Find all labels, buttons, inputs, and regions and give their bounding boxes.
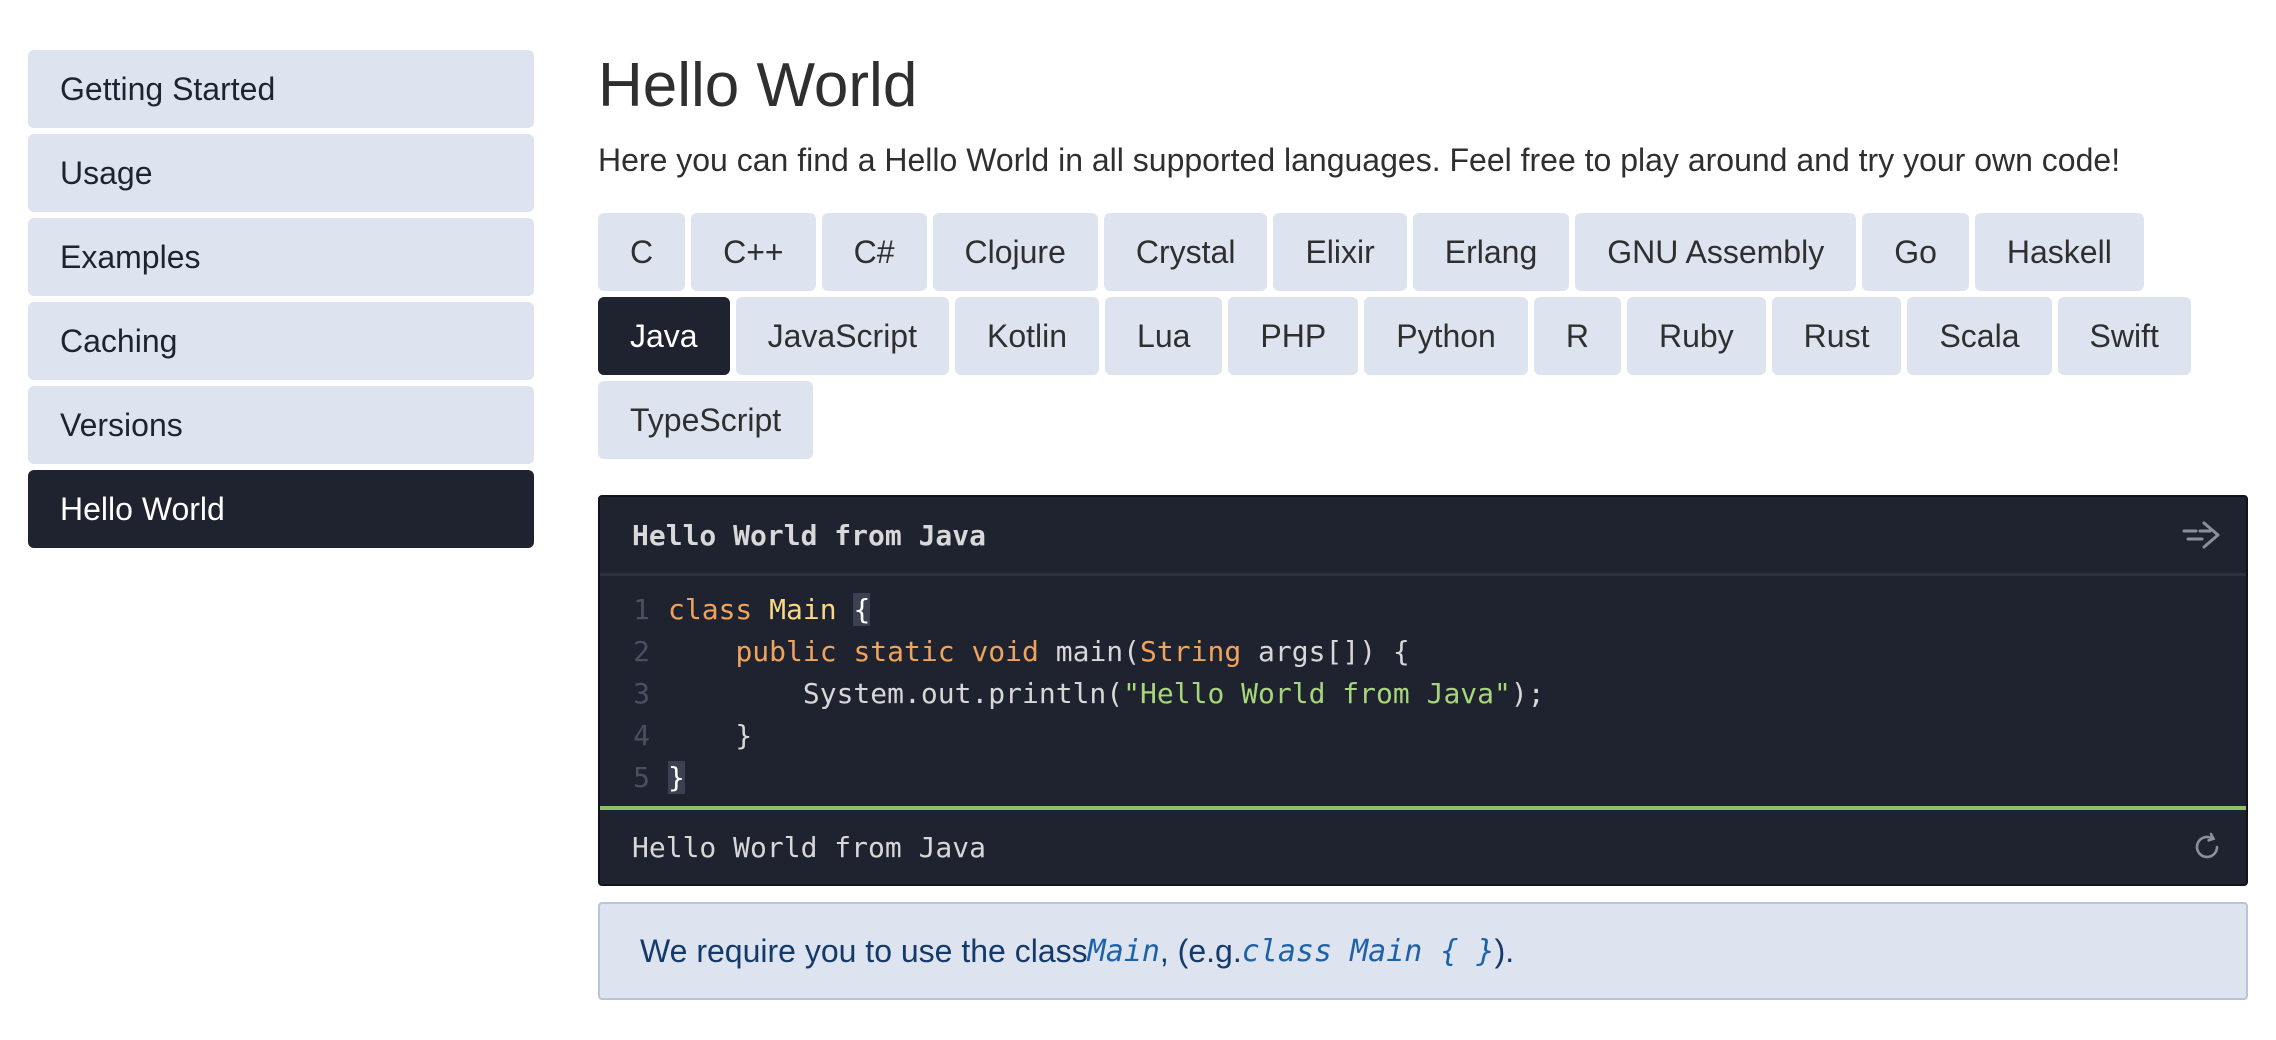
language-button-kotlin[interactable]: Kotlin (954, 297, 1100, 376)
line-number: 5 (633, 760, 650, 794)
code-token: } (668, 760, 685, 794)
code-line: 4 } (600, 714, 2246, 756)
language-button-lua[interactable]: Lua (1105, 297, 1223, 376)
language-button-elixir[interactable]: Elixir (1273, 213, 1407, 292)
language-button-c[interactable]: C (598, 213, 686, 292)
language-button-crystal[interactable]: Crystal (1103, 213, 1268, 292)
code-token: main( (1055, 634, 1141, 668)
code-token: class (668, 592, 770, 626)
language-button-php[interactable]: PHP (1228, 297, 1359, 376)
language-button-go[interactable]: Go (1862, 213, 1969, 292)
language-button-r[interactable]: R (1533, 297, 1621, 376)
language-button-clojure[interactable]: Clojure (932, 213, 1098, 292)
editor-header: Hello World from Java (600, 497, 2246, 577)
language-button-ruby[interactable]: Ruby (1626, 297, 1766, 376)
refresh-icon[interactable] (2190, 830, 2224, 864)
note-class-name: Main (1087, 933, 1160, 969)
code-token: String (1140, 634, 1242, 668)
code-line: 5} (600, 756, 2246, 798)
note-prefix: We require you to use the class (640, 932, 1088, 969)
sidebar-item-caching[interactable]: Caching (28, 302, 534, 380)
line-number: 1 (633, 592, 650, 626)
page-title: Hello World (598, 51, 918, 120)
code-line: 2 public static void main(String args[])… (600, 630, 2246, 672)
language-button-javascript[interactable]: JavaScript (735, 297, 949, 376)
sidebar-item-getting-started[interactable]: Getting Started (28, 50, 534, 128)
language-button-cplusplus[interactable]: C++ (691, 213, 816, 292)
language-selector: C C++ C# Clojure Crystal Elixir Erlang GNU Asse… (598, 213, 2248, 465)
sidebar-item-versions[interactable]: Versions (28, 386, 534, 464)
sidebar-item-examples[interactable]: Examples (28, 218, 534, 296)
sidebar-item-usage[interactable]: Usage (28, 134, 534, 212)
language-button-typescript[interactable]: TypeScript (598, 381, 814, 460)
code-area[interactable]: 1 class Main {2 public static void main(S… (600, 576, 2246, 806)
language-button-scala[interactable]: Scala (1907, 297, 2052, 376)
language-button-swift[interactable]: Swift (2057, 297, 2191, 376)
note-suffix: ). (1494, 932, 1515, 969)
main-content: Hello World Here you can find a Hello Wo… (598, 40, 2248, 1001)
intro-text: Here you can find a Hello World in all s… (598, 142, 2121, 179)
language-button-python[interactable]: Python (1364, 297, 1528, 376)
code-token: Main (769, 592, 837, 626)
code-token: } (668, 718, 753, 752)
code-token: "Hello World from Java" (1123, 676, 1511, 710)
language-button-csharp[interactable]: C# (821, 213, 927, 292)
output-text: Hello World from Java (632, 830, 987, 864)
sidebar-item-hello-world[interactable]: Hello World (28, 470, 534, 548)
line-number: 4 (633, 718, 650, 752)
code-token: args[]) { (1241, 634, 1410, 668)
language-button-gnu-assembly[interactable]: GNU Assembly (1575, 213, 1857, 292)
language-button-erlang[interactable]: Erlang (1412, 213, 1570, 292)
code-token: System.out.println( (668, 676, 1124, 710)
output-panel: Hello World from Java (600, 806, 2246, 884)
note-example: class Main { } (1241, 933, 1495, 969)
info-note: We require you to use the class Main , (… (598, 902, 2248, 1001)
editor-title: Hello World from Java (632, 518, 987, 552)
language-button-java[interactable]: Java (598, 297, 730, 376)
sidebar-nav: Getting Started Usage Examples Caching Versi… (28, 50, 534, 554)
note-middle: , (e.g. (1159, 932, 1242, 969)
run-arrow-icon[interactable] (2180, 517, 2224, 553)
code-token: { (853, 592, 871, 626)
line-number: 3 (633, 676, 650, 710)
code-token: public static void (735, 634, 1056, 668)
language-button-rust[interactable]: Rust (1771, 297, 1902, 376)
code-token: ); (1510, 676, 1545, 710)
code-line: 3 System.out.println("Hello World from J… (600, 672, 2246, 714)
code-editor: Hello World from Java 1 class Main {2 pub… (598, 495, 2248, 887)
language-button-haskell[interactable]: Haskell (1974, 213, 2144, 292)
code-line: 1 class Main { (600, 588, 2246, 630)
line-number: 2 (633, 634, 650, 668)
